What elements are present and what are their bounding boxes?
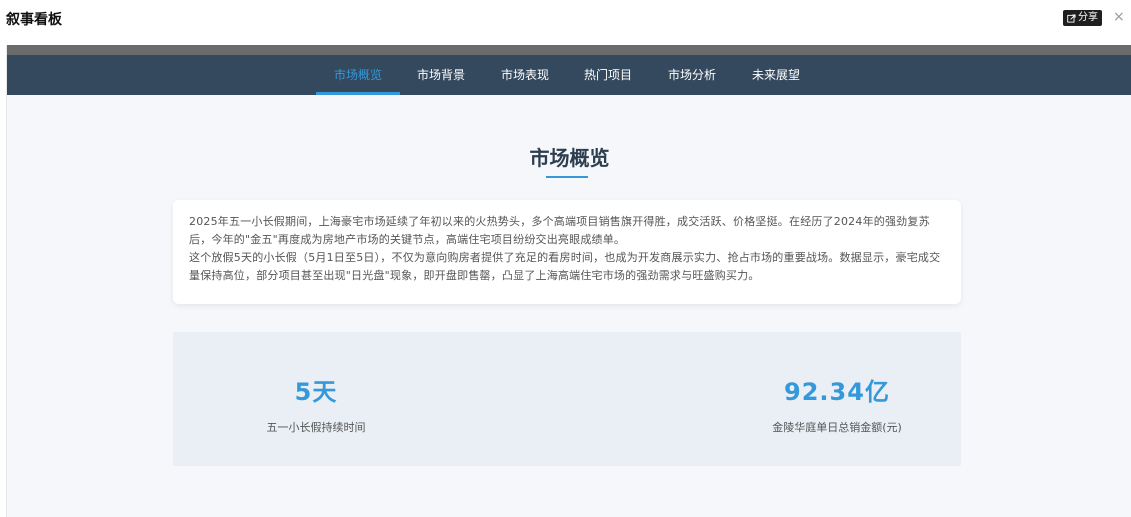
share-button[interactable]: 分享 bbox=[1063, 10, 1102, 26]
stat-value: 92.34亿 bbox=[784, 378, 890, 406]
stats-panel: 5天 五一小长假持续时间 92.34亿 金陵华庭单日总销金额(元) bbox=[173, 332, 961, 466]
intro-paragraph: 这个放假5天的小长假（5月1日至5日），不仅为意向购房者提供了充足的看房时间，也… bbox=[189, 251, 941, 282]
tab-hot-projects[interactable]: 热门项目 bbox=[574, 55, 642, 95]
app-title: 叙事看板 bbox=[6, 12, 62, 28]
intro-card: 2025年五一小长假期间，上海豪宅市场延续了年初以来的火热势头，多个高端项目销售… bbox=[173, 200, 961, 304]
stat-holiday-duration: 5天 五一小长假持续时间 bbox=[166, 332, 466, 435]
tab-market-analysis[interactable]: 市场分析 bbox=[658, 55, 726, 95]
stat-label: 五一小长假持续时间 bbox=[266, 421, 366, 434]
section-title: 市场概览 bbox=[529, 146, 610, 170]
top-bar: 叙事看板 分享 × bbox=[0, 0, 1131, 36]
share-label: 分享 bbox=[1078, 12, 1098, 23]
close-icon[interactable]: × bbox=[1113, 9, 1125, 25]
title-underline bbox=[546, 176, 588, 178]
stat-label: 金陵华庭单日总销金额(元) bbox=[772, 421, 902, 434]
section-nav: 市场概览 市场背景 市场表现 热门项目 市场分析 未来展望 bbox=[7, 55, 1131, 95]
share-icon bbox=[1067, 13, 1076, 23]
stat-value: 5天 bbox=[294, 378, 338, 406]
tab-market-performance[interactable]: 市场表现 bbox=[491, 55, 559, 95]
content-frame: 市场概览 市场背景 市场表现 热门项目 市场分析 未来展望 市场概览 2025年… bbox=[6, 45, 1131, 517]
tab-market-background[interactable]: 市场背景 bbox=[407, 55, 475, 95]
frame-header-strip bbox=[7, 45, 1131, 55]
tab-future-outlook[interactable]: 未来展望 bbox=[742, 55, 810, 95]
stat-daily-sales: 92.34亿 金陵华庭单日总销金额(元) bbox=[687, 332, 987, 435]
intro-paragraph: 2025年五一小长假期间，上海豪宅市场延续了年初以来的火热势头，多个高端项目销售… bbox=[189, 215, 930, 246]
tab-market-overview[interactable]: 市场概览 bbox=[316, 55, 400, 95]
active-tab-indicator bbox=[316, 92, 400, 95]
